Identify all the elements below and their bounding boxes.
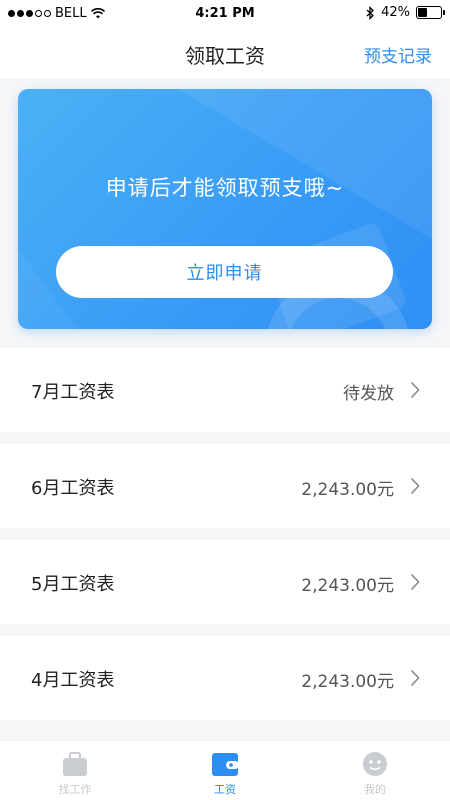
payroll-month-label: 7月工资表 — [31, 382, 115, 403]
tab-label: 我的 — [364, 783, 386, 796]
payroll-row-april[interactable]: 4月工资表 2,243.00元 — [0, 636, 450, 720]
tab-label: 找工作 — [58, 783, 92, 796]
payroll-row-may[interactable]: 5月工资表 2,243.00元 — [0, 540, 450, 624]
battery-level — [418, 8, 427, 17]
payroll-status: 待发放 — [343, 384, 394, 404]
navigation-bar: 领取工资 预支记录 — [0, 28, 450, 78]
payroll-amount: 2,243.00元 — [301, 576, 394, 596]
chevron-right-icon — [410, 573, 420, 591]
tab-salary[interactable]: 工资 — [150, 741, 300, 800]
battery-percentage: 42% — [381, 5, 410, 20]
tab-bar: 找工作 工资 我的 — [0, 740, 450, 800]
briefcase-icon — [63, 752, 87, 776]
wallet-icon — [212, 753, 239, 776]
banner-message: 申请后才能领取预支哦~ — [105, 176, 345, 200]
payroll-month-label: 4月工资表 — [31, 670, 115, 691]
battery-icon — [416, 6, 445, 19]
payroll-month-label: 5月工资表 — [31, 574, 115, 595]
status-right: 42% — [366, 5, 445, 20]
advance-banner: 申请后才能领取预支哦~ 立即申请 — [18, 89, 432, 329]
profile-icon — [363, 752, 387, 776]
advance-records-link[interactable]: 预支记录 — [364, 42, 432, 67]
bluetooth-icon — [366, 5, 375, 20]
payroll-month-label: 6月工资表 — [31, 478, 115, 499]
chevron-right-icon — [410, 381, 420, 399]
payroll-amount: 2,243.00元 — [301, 480, 394, 500]
apply-now-button[interactable]: 立即申请 — [56, 246, 393, 298]
payroll-row-june[interactable]: 6月工资表 2,243.00元 — [0, 444, 450, 528]
chevron-right-icon — [410, 669, 420, 687]
status-bar: BELL 4:21 PM 42% — [0, 0, 450, 28]
tab-label: 工资 — [214, 783, 236, 796]
tab-mine[interactable]: 我的 — [300, 741, 450, 800]
tab-find-job[interactable]: 找工作 — [0, 741, 150, 800]
chevron-right-icon — [410, 477, 420, 495]
payroll-row-july[interactable]: 7月工资表 待发放 — [0, 348, 450, 432]
payroll-amount: 2,243.00元 — [301, 672, 394, 692]
